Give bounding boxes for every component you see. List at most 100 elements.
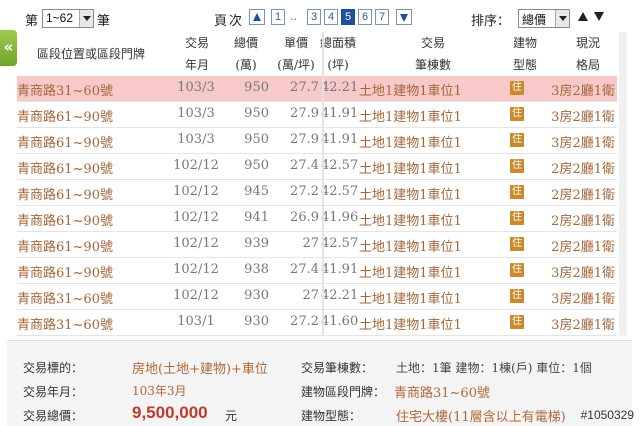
page-link-6[interactable]: 6: [358, 9, 372, 25]
layout-cell: 3房2廳1衛: [551, 292, 615, 307]
table-row[interactable]: 青商路61~90號 102/12 939 27 42.57 土地1建物1車位1 住 2房2廳1…: [17, 232, 617, 258]
price-cell: 938: [244, 262, 269, 277]
table-scrollbar[interactable]: [619, 32, 627, 336]
double-chevron-left-icon: «: [3, 38, 14, 56]
page-ellipsis: ..: [290, 10, 297, 23]
transaction-count-cell: 土地1建物1車位1: [359, 266, 462, 281]
price-cell: 930: [244, 314, 269, 329]
date-cell: 103/1: [177, 314, 215, 329]
transaction-count-cell: 土地1建物1車位1: [359, 162, 462, 177]
area-cell: 42.57: [321, 236, 359, 251]
date-cell: 102/12: [173, 288, 219, 303]
layout-cell: 3房2廳1衛: [551, 110, 615, 125]
chevron-down-icon: [555, 10, 569, 27]
area-cell: 41.60: [321, 314, 359, 329]
header-type-line2: 型態: [512, 58, 537, 72]
layout-cell: 2房2廳1衛: [551, 162, 615, 177]
unit-price-cell: 27.9: [290, 132, 319, 147]
date-cell: 103/3: [177, 80, 215, 95]
address-cell: 青商路31~60號: [17, 84, 113, 99]
price-cell: 930: [244, 288, 269, 303]
address-cell: 青商路31~60號: [17, 292, 113, 307]
page-link-5-current[interactable]: 5: [341, 9, 355, 25]
table-header: 區段位置或區段門牌 交易 年月 總價 (萬) 單價 (萬/坪) 總面積 (坪) …: [17, 32, 617, 76]
chevron-down-icon: [79, 10, 93, 27]
area-cell: 42.21: [321, 80, 359, 95]
residential-type-icon: 住: [510, 81, 524, 95]
area-cell: 42.21: [321, 288, 359, 303]
detail-type-value: 住宅大樓(11層含以上有電梯): [396, 410, 566, 425]
unit-price-cell: 27.9: [290, 106, 319, 121]
header-date-line2: 年月: [184, 58, 209, 72]
transaction-count-cell: 土地1建物1車位1: [359, 318, 462, 333]
table-row[interactable]: 青商路31~60號 102/12 930 27 42.21 土地1建物1車位1 住 3房2廳1…: [17, 284, 617, 310]
detail-count-label: 交易筆棟數：: [301, 361, 374, 375]
table-row[interactable]: 青商路61~90號 102/12 938 27.4 41.91 土地1建物1車位1 住 3房2…: [17, 258, 617, 284]
header-location: 區段位置或區段門牌: [37, 47, 146, 61]
residential-type-icon: 住: [510, 289, 524, 303]
unit-price-cell: 27.4: [290, 262, 319, 277]
transaction-count-cell: 土地1建物1車位1: [359, 136, 462, 151]
page-range-value: 1~62: [46, 11, 74, 25]
address-cell: 青商路31~60號: [17, 318, 113, 333]
detail-target-value: 房地(土地+建物)+車位: [132, 362, 268, 377]
page-range-select[interactable]: 1~62: [42, 9, 94, 28]
sort-descending-icon[interactable]: [594, 12, 604, 21]
address-cell: 青商路61~90號: [17, 162, 113, 177]
watermark-id: #1050329: [580, 408, 634, 422]
area-cell: 41.91: [321, 106, 359, 121]
layout-cell: 3房2廳1衛: [551, 266, 615, 281]
sort-value: 總價: [522, 13, 547, 27]
area-cell: 41.91: [321, 132, 359, 147]
transaction-count-cell: 土地1建物1車位1: [359, 110, 462, 125]
previous-page-icon[interactable]: [249, 9, 265, 25]
address-cell: 青商路61~90號: [17, 214, 113, 229]
table-row[interactable]: 青商路31~60號 103/3 950 27.7 42.21 土地1建物1車位1 住 3房2廳…: [17, 76, 617, 102]
price-cell: 950: [244, 80, 269, 95]
sort-select[interactable]: 總價: [518, 9, 570, 28]
area-cell: 41.96: [321, 210, 359, 225]
area-cell: 42.57: [321, 158, 359, 173]
transaction-count-cell: 土地1建物1車位1: [359, 292, 462, 307]
detail-address-label: 建物區段門牌：: [301, 385, 386, 399]
table-row[interactable]: 青商路61~90號 102/12 941 26.9 41.96 土地1建物1車位1 住 2房2…: [17, 206, 617, 232]
date-cell: 103/3: [177, 106, 215, 121]
date-cell: 102/12: [173, 210, 219, 225]
header-layout-line1: 現況: [575, 36, 600, 50]
pagination-label: 頁次: [214, 14, 245, 29]
address-cell: 青商路61~90號: [17, 110, 113, 125]
detail-price-unit: 元: [225, 409, 238, 423]
unit-price-cell: 27: [302, 236, 319, 251]
transaction-count-cell: 土地1建物1車位1: [359, 240, 462, 255]
table-row[interactable]: 青商路61~90號 103/3 950 27.9 41.91 土地1建物1車位1 住 3房2廳…: [17, 128, 617, 154]
page-link-7[interactable]: 7: [375, 9, 389, 25]
area-cell: 42.57: [321, 184, 359, 199]
page-link-3[interactable]: 3: [307, 9, 321, 25]
header-type-line1: 建物: [512, 36, 537, 50]
price-cell: 945: [244, 184, 269, 199]
page-link-4[interactable]: 4: [324, 9, 338, 25]
next-page-icon[interactable]: [396, 9, 412, 25]
layout-cell: 2房2廳1衛: [551, 188, 615, 203]
header-txn-line2: 筆棟數: [414, 58, 451, 72]
unit-price-cell: 27.7: [290, 80, 319, 95]
header-area-line1: 總面積: [319, 36, 356, 50]
unit-price-cell: 27.2: [290, 314, 319, 329]
collapse-panel-button[interactable]: «: [0, 30, 17, 66]
header-date-line1: 交易: [184, 36, 209, 50]
table-row[interactable]: 青商路31~60號 103/1 930 27.2 41.60 土地1建物1車位1 住 3房2廳…: [17, 310, 617, 336]
transaction-count-cell: 土地1建物1車位1: [359, 214, 462, 229]
table-row[interactable]: 青商路61~90號 102/12 945 27.2 42.57 土地1建物1車位1 住 2房2…: [17, 180, 617, 206]
unit-price-cell: 27.4: [290, 158, 319, 173]
detail-target-label: 交易標的：: [23, 361, 84, 375]
detail-price-label: 交易總價：: [23, 409, 84, 423]
address-cell: 青商路61~90號: [17, 188, 113, 203]
page-link-1[interactable]: 1: [271, 9, 285, 25]
page-prefix: 第: [25, 14, 39, 29]
date-cell: 102/12: [173, 262, 219, 277]
header-price-line1: 總價: [233, 36, 258, 50]
date-cell: 102/12: [173, 158, 219, 173]
table-row[interactable]: 青商路61~90號 103/3 950 27.9 41.91 土地1建物1車位1 住 3房2廳…: [17, 102, 617, 128]
sort-ascending-icon[interactable]: [578, 12, 588, 21]
table-row[interactable]: 青商路61~90號 102/12 950 27.4 42.57 土地1建物1車位1 住 2房2…: [17, 154, 617, 180]
